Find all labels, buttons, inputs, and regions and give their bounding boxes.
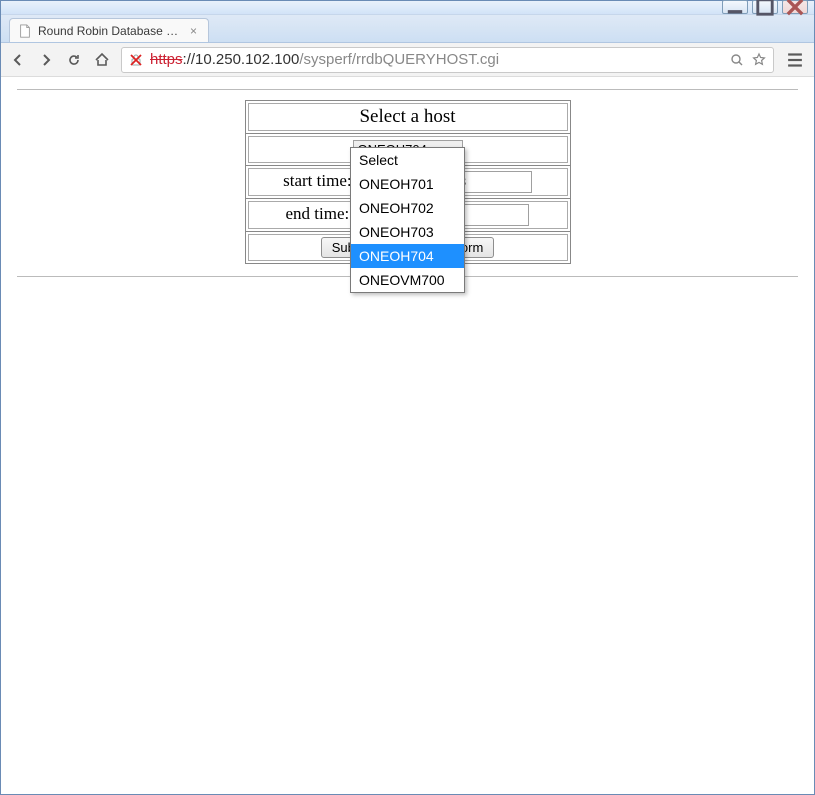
end-time-label: end time:	[286, 204, 350, 223]
form-header: Select a host	[248, 103, 568, 131]
page-icon	[18, 24, 32, 38]
tab-title: Round Robin Database Q…	[38, 24, 184, 38]
zoom-icon[interactable]	[729, 52, 745, 68]
browser-window: Round Robin Database Q… ×	[0, 0, 815, 795]
bookmark-star-icon[interactable]	[751, 52, 767, 68]
page-viewport: Select a host ONEOH704	[1, 77, 814, 794]
url-path: /sysperf/rrdbQUERYHOST.cgi	[299, 51, 499, 68]
forward-button[interactable]	[37, 51, 55, 69]
browser-toolbar: https://10.250.102.100/sysperf/rrdbQUERY…	[1, 43, 814, 77]
reload-button[interactable]	[65, 51, 83, 69]
window-minimize-button[interactable]	[722, 0, 748, 14]
window-close-button[interactable]	[782, 0, 808, 14]
tab-strip: Round Robin Database Q… ×	[1, 15, 814, 43]
url-bar[interactable]: https://10.250.102.100/sysperf/rrdbQUERY…	[121, 47, 774, 73]
url-scheme: https	[150, 51, 183, 68]
host-select-popup[interactable]: SelectONEOH701ONEOH702ONEOH703ONEOH704ON…	[350, 147, 465, 293]
window-controls	[722, 0, 808, 14]
host-option[interactable]: ONEOH704	[351, 244, 464, 268]
host-option[interactable]: ONEOH703	[351, 220, 464, 244]
browser-tab[interactable]: Round Robin Database Q… ×	[9, 18, 209, 42]
url-host: ://10.250.102.100	[183, 51, 300, 68]
window-maximize-button[interactable]	[752, 0, 778, 14]
divider-top	[17, 89, 798, 90]
tab-close-button[interactable]: ×	[190, 26, 200, 36]
ssl-error-icon	[128, 52, 144, 68]
host-option[interactable]: Select	[351, 148, 464, 172]
host-option[interactable]: ONEOH702	[351, 196, 464, 220]
window-titlebar	[1, 1, 814, 15]
start-time-label: start time:	[283, 171, 351, 190]
chrome-menu-button[interactable]	[784, 49, 806, 71]
home-button[interactable]	[93, 51, 111, 69]
url-text: https://10.250.102.100/sysperf/rrdbQUERY…	[150, 51, 723, 68]
host-option[interactable]: ONEOH701	[351, 172, 464, 196]
back-button[interactable]	[9, 51, 27, 69]
host-option[interactable]: ONEOVM700	[351, 268, 464, 292]
